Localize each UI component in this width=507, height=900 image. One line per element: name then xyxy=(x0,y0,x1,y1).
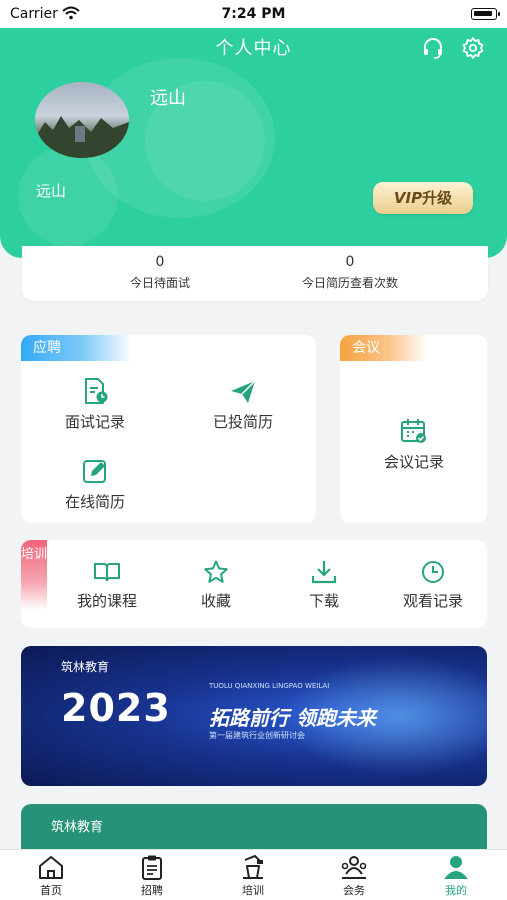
settings-gear-icon[interactable] xyxy=(461,36,485,60)
stats-card: 0 今日待面试 0 今日简历查看次数 xyxy=(22,246,488,301)
banner-slogan: 拓路前行 领跑未来 xyxy=(209,706,376,730)
edit-icon xyxy=(83,460,106,483)
interview-records-button[interactable]: 面试记录 xyxy=(55,377,135,432)
recruit-tag: 应聘 xyxy=(21,335,133,361)
status-bar: Carrier 7:24 PM xyxy=(0,0,507,28)
paper-plane-icon xyxy=(231,380,256,403)
stat-value: 0 xyxy=(345,254,355,270)
favorites-button[interactable]: 收藏 xyxy=(176,560,256,611)
tab-label: 首页 xyxy=(40,884,62,897)
clock-icon xyxy=(422,561,444,583)
screen: Carrier 7:24 PM 个人中心 远山 远山 VIP升级 0 今日待面试… xyxy=(0,0,507,900)
decor-bubble xyxy=(18,146,118,246)
document-clock-icon xyxy=(85,378,108,404)
online-resume-button[interactable]: 在线简历 xyxy=(55,457,135,512)
tab-training[interactable]: 培训 xyxy=(213,854,293,898)
tab-home[interactable]: 首页 xyxy=(11,854,91,898)
vip-upgrade-button[interactable]: VIP升级 xyxy=(373,182,473,214)
my-courses-button[interactable]: 我的课程 xyxy=(67,560,147,611)
star-icon xyxy=(204,560,228,583)
training-card: 培训 我的课程 收藏 下载 观看记录 xyxy=(21,540,487,628)
headset-icon[interactable] xyxy=(421,36,445,60)
tab-label: 我的 xyxy=(445,884,467,897)
meeting-people-icon xyxy=(341,856,367,879)
tab-meeting[interactable]: 会务 xyxy=(314,854,394,898)
promo-banner[interactable]: 筑林教育 2023 TUOLU QIANXING LINGPAO WEILAI … xyxy=(21,646,487,786)
clipboard-icon xyxy=(142,855,162,880)
tab-label: 会务 xyxy=(343,884,365,897)
bottom-tab-bar: 首页 招聘 培训 会务 我的 xyxy=(0,849,507,900)
item-label: 观看记录 xyxy=(402,592,463,610)
stat-label: 今日简历查看次数 xyxy=(301,276,398,290)
stat-value: 0 xyxy=(155,254,165,270)
avatar[interactable] xyxy=(35,82,129,158)
item-label: 已投简历 xyxy=(212,413,273,431)
stat-label: 今日待面试 xyxy=(129,276,190,290)
item-label: 会议记录 xyxy=(383,453,444,471)
meeting-tag: 会议 xyxy=(340,335,428,361)
stat-resume-views[interactable]: 0 今日简历查看次数 xyxy=(250,254,450,291)
user-subname: 远山 xyxy=(36,182,67,200)
user-icon xyxy=(444,856,468,879)
item-label: 我的课程 xyxy=(76,592,137,610)
item-label: 面试记录 xyxy=(64,413,125,431)
training-tag: 培训 xyxy=(21,540,47,610)
status-time: 7:24 PM xyxy=(221,6,286,22)
username: 远山 xyxy=(150,88,186,109)
open-book-icon xyxy=(94,563,120,582)
banner-brand: 筑林教育 xyxy=(61,660,110,674)
calendar-check-icon xyxy=(401,419,426,443)
banner-brand: 筑林教育 xyxy=(51,820,104,835)
submitted-resumes-button[interactable]: 已投简历 xyxy=(203,377,283,432)
recruit-card: 应聘 面试记录 已投简历 在线简历 xyxy=(21,335,316,523)
battery-icon xyxy=(471,8,500,20)
home-icon xyxy=(39,856,63,879)
tab-recruit[interactable]: 招聘 xyxy=(112,854,192,898)
downloads-button[interactable]: 下载 xyxy=(284,560,364,611)
podium-icon xyxy=(243,854,263,879)
tab-mine[interactable]: 我的 xyxy=(416,854,496,898)
tab-label: 招聘 xyxy=(141,884,163,897)
tab-label: 培训 xyxy=(242,884,264,897)
item-label: 下载 xyxy=(308,592,339,610)
item-label: 收藏 xyxy=(200,592,231,610)
download-icon xyxy=(311,561,337,584)
banner-pinyin: TUOLU QIANXING LINGPAO WEILAI xyxy=(209,682,330,690)
banner-year: 2023 xyxy=(61,686,171,730)
meeting-records-button[interactable]: 会议记录 xyxy=(368,417,460,472)
watch-history-button[interactable]: 观看记录 xyxy=(393,560,473,611)
stat-pending-interviews[interactable]: 0 今日待面试 xyxy=(60,254,260,291)
vip-prefix: VIP xyxy=(393,189,423,207)
vip-suffix: 升级 xyxy=(422,189,453,207)
item-label: 在线简历 xyxy=(64,493,125,511)
profile-header: 个人中心 远山 远山 VIP升级 xyxy=(0,26,507,258)
meeting-card: 会议 会议记录 xyxy=(340,335,487,523)
banner-subtitle: 第一届建筑行业创新研讨会 xyxy=(209,731,305,740)
